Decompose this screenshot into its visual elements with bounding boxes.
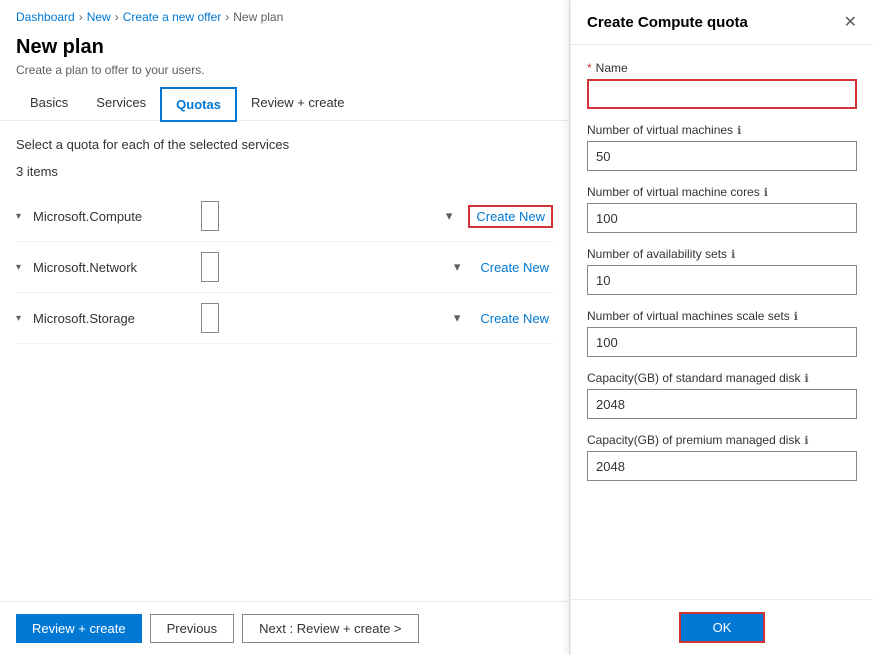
info-icon-vm-cores[interactable]: ℹ [764,186,768,199]
breadcrumb-current: New plan [233,10,283,24]
label-premium-disk-text: Capacity(GB) of premium managed disk [587,433,800,447]
service-name-compute: Microsoft.Compute [33,209,193,224]
service-name-storage: Microsoft.Storage [33,311,193,326]
input-vm-cores[interactable] [587,203,857,233]
form-group-standard-disk: Capacity(GB) of standard managed disk ℹ [587,371,857,419]
service-row-compute: ▾ Microsoft.Compute Create New [16,191,553,242]
form-group-vm-scale-sets: Number of virtual machines scale sets ℹ [587,309,857,357]
service-dropdown-storage[interactable] [201,303,219,333]
create-new-storage[interactable]: Create New [476,311,553,326]
sidebar-header: Create Compute quota ✕ [571,0,873,45]
tab-services[interactable]: Services [82,87,160,120]
close-button[interactable]: ✕ [844,12,857,32]
chevron-network[interactable]: ▾ [16,262,21,273]
label-vm-scale-sets-text: Number of virtual machines scale sets [587,309,790,323]
label-availability-sets: Number of availability sets ℹ [587,247,857,261]
form-group-name: * Name [587,61,857,109]
label-standard-disk: Capacity(GB) of standard managed disk ℹ [587,371,857,385]
info-icon-vms[interactable]: ℹ [737,124,741,137]
sidebar-content: * Name Number of virtual machines ℹ Numb… [571,45,873,599]
items-count: 3 items [16,164,553,179]
label-vm-scale-sets: Number of virtual machines scale sets ℹ [587,309,857,323]
service-name-network: Microsoft.Network [33,260,193,275]
dropdown-wrapper-storage [201,303,468,333]
label-premium-disk: Capacity(GB) of premium managed disk ℹ [587,433,857,447]
input-vms[interactable] [587,141,857,171]
footer: Review + create Previous Next : Review +… [0,601,569,655]
service-dropdown-network[interactable] [201,252,219,282]
info-icon-standard-disk[interactable]: ℹ [804,372,808,385]
info-icon-vm-scale-sets[interactable]: ℹ [794,310,798,323]
input-vm-scale-sets[interactable] [587,327,857,357]
breadcrumb-new[interactable]: New [87,10,111,24]
create-new-network[interactable]: Create New [476,260,553,275]
tab-review-create[interactable]: Review + create [237,87,359,120]
label-availability-sets-text: Number of availability sets [587,247,727,261]
label-vms-text: Number of virtual machines [587,123,733,137]
breadcrumb-dashboard[interactable]: Dashboard [16,10,75,24]
previous-button[interactable]: Previous [150,614,235,643]
tab-basics[interactable]: Basics [16,87,82,120]
content-description: Select a quota for each of the selected … [16,137,553,152]
tab-bar: Basics Services Quotas Review + create [0,87,569,121]
label-name: * Name [587,61,857,75]
input-availability-sets[interactable] [587,265,857,295]
form-group-vms: Number of virtual machines ℹ [587,123,857,171]
dropdown-wrapper-compute [201,201,460,231]
info-icon-premium-disk[interactable]: ℹ [804,434,808,447]
breadcrumb-create-offer[interactable]: Create a new offer [123,10,222,24]
service-row-network: ▾ Microsoft.Network Create New [16,242,553,293]
next-button[interactable]: Next : Review + create > [242,614,418,643]
tab-quotas[interactable]: Quotas [160,87,237,122]
dropdown-wrapper-network [201,252,468,282]
info-icon-availability-sets[interactable]: ℹ [731,248,735,261]
sidebar-panel: Create Compute quota ✕ * Name Number of … [570,0,873,655]
form-group-premium-disk: Capacity(GB) of premium managed disk ℹ [587,433,857,481]
page-subtitle: Create a plan to offer to your users. [16,63,553,77]
sidebar-footer: OK [571,599,873,655]
label-name-text: Name [596,61,628,75]
label-vm-cores: Number of virtual machine cores ℹ [587,185,857,199]
form-group-vm-cores: Number of virtual machine cores ℹ [587,185,857,233]
page-header: New plan Create a plan to offer to your … [0,30,569,87]
content-area: Select a quota for each of the selected … [0,121,569,601]
input-name[interactable] [587,79,857,109]
label-vms: Number of virtual machines ℹ [587,123,857,137]
service-dropdown-compute[interactable] [201,201,219,231]
required-star-name: * [587,61,592,75]
label-standard-disk-text: Capacity(GB) of standard managed disk [587,371,800,385]
sidebar-title: Create Compute quota [587,14,748,31]
review-create-button[interactable]: Review + create [16,614,142,643]
ok-button[interactable]: OK [679,612,766,643]
form-group-availability-sets: Number of availability sets ℹ [587,247,857,295]
label-vm-cores-text: Number of virtual machine cores [587,185,760,199]
chevron-compute[interactable]: ▾ [16,211,21,222]
input-standard-disk[interactable] [587,389,857,419]
create-new-compute[interactable]: Create New [468,205,553,228]
page-title: New plan [16,36,553,59]
input-premium-disk[interactable] [587,451,857,481]
chevron-storage[interactable]: ▾ [16,313,21,324]
service-row-storage: ▾ Microsoft.Storage Create New [16,293,553,344]
breadcrumb: Dashboard › New › Create a new offer › N… [0,0,569,30]
